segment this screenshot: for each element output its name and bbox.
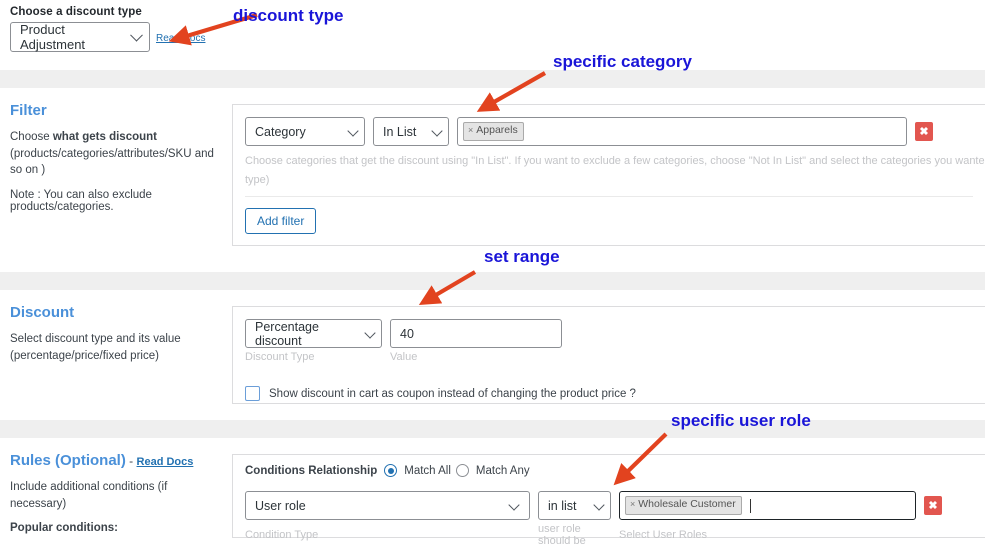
- condition-type-sublabel: Condition Type: [245, 529, 319, 541]
- annotation-set-range: set range: [484, 247, 560, 266]
- condition-type-value: User role: [255, 498, 306, 513]
- chevron-down-icon: [347, 125, 359, 137]
- match-any-label[interactable]: Match Any: [476, 465, 530, 477]
- filter-row: Category In List × Apparels ✖: [245, 117, 985, 146]
- conditions-relationship-row: Conditions Relationship Match All Match …: [245, 464, 985, 477]
- filter-title: Filter: [10, 102, 47, 119]
- discount-title: Discount: [10, 304, 75, 321]
- coupon-checkbox[interactable]: [245, 386, 260, 401]
- annotation-discount-type: discount type: [233, 6, 344, 25]
- condition-delete-button[interactable]: ✖: [924, 496, 942, 515]
- condition-operator-value: in list: [548, 498, 577, 513]
- filter-section: Filter Choose what gets discount (produc…: [0, 88, 985, 260]
- filter-desc-bold: what gets discount: [52, 131, 157, 143]
- discount-desc-line1: Select discount type and its value: [10, 333, 181, 345]
- filter-hint: Choose categories that get the discount …: [245, 155, 985, 167]
- popular-conditions-label: Popular conditions:: [10, 522, 118, 535]
- filter-category-tokenfield[interactable]: × Apparels: [457, 117, 907, 146]
- discount-value-input[interactable]: 40: [390, 319, 562, 348]
- discount-type-select[interactable]: Product Adjustment: [10, 22, 150, 52]
- discount-row: Percentage discount 40: [245, 319, 985, 348]
- chevron-down-icon: [130, 28, 143, 42]
- match-any-radio[interactable]: [455, 464, 469, 477]
- condition-row: User role in list × Wholesale Customer ✖: [245, 491, 985, 520]
- chevron-down-icon: [431, 125, 443, 137]
- user-role-token-label: Wholesale Customer: [638, 498, 736, 511]
- chevron-down-icon: [364, 327, 376, 339]
- discount-type-sublabel: Discount Type: [245, 351, 315, 363]
- discount-value: 40: [400, 326, 414, 341]
- user-role-token[interactable]: × Wholesale Customer: [625, 496, 742, 515]
- rules-section-left: Rules (Optional) - Read Docs Include add…: [0, 438, 232, 538]
- discount-panel: Percentage discount 40 Discount Type Val…: [232, 306, 985, 404]
- filter-panel: Category In List × Apparels ✖ Choose cat…: [232, 104, 985, 246]
- filter-description: Choose what gets discount (products/cate…: [10, 129, 220, 179]
- condition-type-select[interactable]: User role: [245, 491, 530, 520]
- discount-type-value-select[interactable]: Percentage discount: [245, 319, 382, 348]
- condition-operator-select[interactable]: in list: [538, 491, 611, 520]
- rules-description: Include additional conditions (if necess…: [10, 481, 168, 510]
- discount-section: Discount Select discount type and its va…: [0, 290, 985, 408]
- remove-token-icon[interactable]: ×: [630, 499, 635, 511]
- remove-token-icon[interactable]: ×: [468, 125, 473, 137]
- discount-section-left: Discount Select discount type and its va…: [0, 290, 232, 408]
- rules-title-dash: -: [125, 454, 137, 468]
- filter-note: Note : You can also exclude products/cat…: [10, 189, 152, 214]
- category-token[interactable]: × Apparels: [463, 122, 524, 141]
- discount-value-sublabel: Value: [390, 351, 418, 363]
- filter-section-left: Filter Choose what gets discount (produc…: [0, 88, 232, 260]
- discount-type-selected: Percentage discount: [255, 319, 319, 348]
- conditions-relationship-label: Conditions Relationship: [245, 464, 378, 477]
- filter-desc-tail: (products/categories/attributes/SKU and …: [10, 147, 214, 177]
- discount-type-label: Choose a discount type: [10, 6, 142, 18]
- filter-section-bar: [0, 70, 985, 88]
- discount-type-area: Choose a discount type Product Adjustmen…: [0, 0, 985, 52]
- filter-divider: [245, 196, 973, 198]
- filter-field-select[interactable]: Category: [245, 117, 365, 146]
- rules-section-bar: [0, 420, 985, 438]
- discount-desc-line2: (percentage/price/fixed price): [10, 349, 159, 362]
- chevron-down-icon: [508, 499, 520, 511]
- category-token-label: Apparels: [476, 124, 518, 137]
- match-all-radio[interactable]: [384, 464, 398, 477]
- rules-section: Rules (Optional) - Read Docs Include add…: [0, 438, 985, 547]
- match-all-label[interactable]: Match All: [404, 465, 451, 477]
- rules-panel: Conditions Relationship Match All Match …: [232, 454, 985, 547]
- chevron-down-icon: [593, 499, 605, 511]
- filter-delete-button[interactable]: ✖: [915, 122, 933, 141]
- annotation-specific-category: specific category: [553, 52, 692, 71]
- discount-section-bar: [0, 272, 985, 290]
- rules-title-text: Rules (Optional): [10, 452, 126, 469]
- rules-title: Rules (Optional) - Read Docs: [10, 452, 220, 469]
- filter-operator-value: In List: [383, 124, 417, 139]
- discount-description: Select discount type and its value (perc…: [10, 331, 220, 364]
- text-caret: [749, 498, 751, 513]
- coupon-checkbox-label: Show discount in cart as coupon instead …: [269, 387, 636, 400]
- condition-operator-sublabel: user role should be: [538, 523, 586, 547]
- read-docs-link-top[interactable]: Read Docs: [156, 33, 205, 44]
- user-role-sublabel: Select User Roles: [619, 529, 708, 541]
- filter-operator-select[interactable]: In List: [373, 117, 449, 146]
- filter-hint-line2: type): [245, 174, 270, 187]
- read-docs-link-rules[interactable]: Read Docs: [137, 456, 194, 468]
- add-filter-button[interactable]: Add filter: [245, 208, 317, 235]
- annotation-specific-user-role: specific user role: [671, 411, 811, 430]
- filter-field-value: Category: [255, 124, 306, 139]
- discount-type-value: Product Adjustment: [20, 22, 86, 52]
- filter-desc-lead: Choose: [10, 131, 53, 143]
- user-role-tokenfield[interactable]: × Wholesale Customer: [619, 491, 916, 520]
